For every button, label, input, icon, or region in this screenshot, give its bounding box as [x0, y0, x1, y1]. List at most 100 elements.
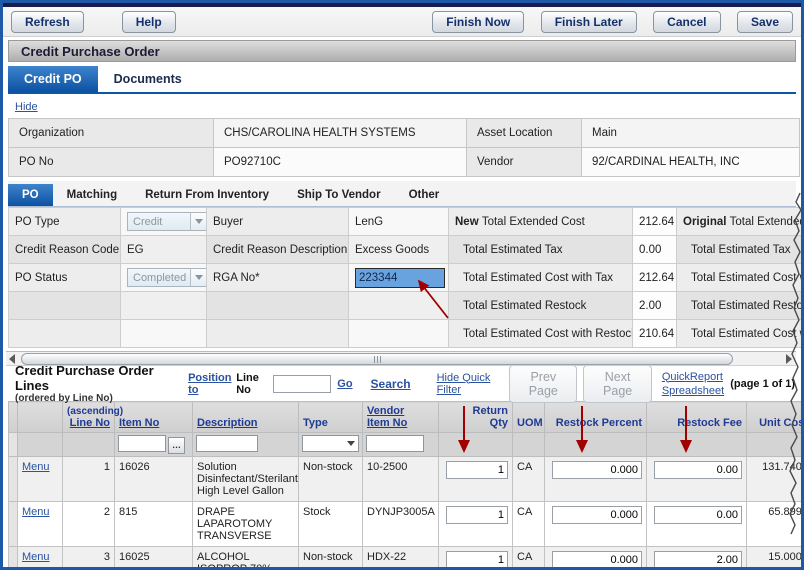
- lines-toolbar: Credit Purchase Order Lines (ordered by …: [3, 366, 801, 401]
- horizontal-scrollbar[interactable]: [6, 351, 796, 366]
- new-total-extended-cost-prefix: New: [455, 216, 482, 228]
- type-filter-select[interactable]: [302, 435, 359, 452]
- po-no-label: PO No: [9, 148, 214, 177]
- unit-cost-cell: 65.8992: [747, 501, 804, 546]
- unit-cost-cell: 15.0000: [747, 546, 804, 570]
- vendor-item-no-filter-input[interactable]: [366, 435, 424, 452]
- item-no-lookup-button[interactable]: …: [168, 437, 185, 454]
- buyer-value: LenG: [349, 208, 449, 236]
- original-total-extended-cost-label: Total Extended: [730, 216, 804, 228]
- new-total-extended-cost-value: 212.64: [633, 208, 677, 236]
- line-no-cell: 3: [63, 546, 115, 570]
- description-cell: Solution Disinfectant/Sterilant High Lev…: [193, 456, 299, 501]
- item-no-cell: 16025: [115, 546, 193, 570]
- save-button[interactable]: Save: [737, 11, 793, 33]
- restock-percent-input[interactable]: [552, 506, 642, 524]
- finish-now-button[interactable]: Finish Now: [432, 11, 524, 33]
- tab-credit-po[interactable]: Credit PO: [8, 66, 98, 92]
- rga-no-label: RGA No*: [207, 264, 349, 292]
- scroll-left-icon[interactable]: [9, 354, 15, 364]
- restock-fee-input[interactable]: [654, 506, 742, 524]
- total-estimated-tax-value: 0.00: [633, 236, 677, 264]
- chevron-down-icon: [190, 269, 206, 286]
- column-header-uom: UOM: [513, 402, 545, 433]
- tab-return-from-inventory[interactable]: Return From Inventory: [131, 184, 283, 206]
- chevron-down-icon: [190, 213, 206, 230]
- credit-reason-code-label: Credit Reason Code: [9, 236, 121, 264]
- column-header-line-no[interactable]: Line No: [70, 417, 110, 429]
- position-to-input[interactable]: [273, 375, 331, 393]
- menu-link[interactable]: Menu: [22, 551, 50, 563]
- page-title: Credit Purchase Order: [21, 44, 160, 59]
- go-link[interactable]: Go: [337, 378, 352, 390]
- credit-reason-description-value: Excess Goods: [349, 236, 449, 264]
- finish-later-button[interactable]: Finish Later: [541, 11, 637, 33]
- spreadsheet-link[interactable]: Spreadsheet: [662, 384, 724, 398]
- tab-po[interactable]: PO: [8, 184, 53, 206]
- return-qty-input[interactable]: [446, 506, 508, 524]
- line-no-cell: 1: [63, 456, 115, 501]
- total-estimated-restock-value: 2.00: [633, 292, 677, 320]
- total-estimated-cost-with-tax-label: Total Estimated Cost with Tax: [449, 264, 633, 292]
- position-to-link[interactable]: Position to: [188, 372, 233, 396]
- line-row-2: Menu 2 815 DRAPE LAPAROTOMY TRANSVERSE S…: [9, 501, 804, 546]
- asset-location-value: Main: [582, 119, 800, 148]
- report-links: QuickReport Spreadsheet: [662, 370, 724, 398]
- item-no-cell: 815: [115, 501, 193, 546]
- type-cell: Non-stock: [299, 546, 363, 570]
- menu-link[interactable]: Menu: [22, 461, 50, 473]
- column-header-description[interactable]: Description: [197, 417, 258, 429]
- original-total-estimated-restock-label: Total Estimated Restoc: [677, 292, 804, 320]
- tab-matching[interactable]: Matching: [53, 184, 131, 206]
- total-estimated-tax-label: Total Estimated Tax: [449, 236, 633, 264]
- next-page-button[interactable]: Next Page: [583, 365, 651, 403]
- original-total-extended-cost-prefix: Original: [683, 216, 730, 228]
- scrollbar-thumb[interactable]: [21, 353, 733, 365]
- tab-other[interactable]: Other: [395, 184, 454, 206]
- type-cell: Non-stock: [299, 456, 363, 501]
- page-title-bar: Credit Purchase Order: [8, 40, 796, 62]
- refresh-button[interactable]: Refresh: [11, 11, 84, 33]
- buyer-label: Buyer: [207, 208, 349, 236]
- menu-link[interactable]: Menu: [22, 506, 50, 518]
- return-qty-input[interactable]: [446, 461, 508, 479]
- column-header-vendor-item-no[interactable]: Vendor: [367, 405, 404, 417]
- search-link[interactable]: Search: [371, 377, 411, 391]
- restock-fee-input[interactable]: [654, 461, 742, 479]
- original-total-estimated-cost-with-tax-label: Total Estimated Cost w: [677, 264, 804, 292]
- return-qty-input[interactable]: [446, 551, 508, 569]
- cancel-button[interactable]: Cancel: [653, 11, 720, 33]
- prev-page-button[interactable]: Prev Page: [509, 365, 577, 403]
- position-to-line-no-label: Line No: [236, 372, 268, 396]
- column-header-return-qty: Return: [443, 405, 508, 417]
- scroll-right-icon[interactable]: [786, 354, 792, 364]
- help-button[interactable]: Help: [122, 11, 176, 33]
- vendor-item-no-cell: HDX-22: [363, 546, 439, 570]
- description-filter-input[interactable]: [196, 435, 258, 452]
- po-type-value: Credit: [133, 216, 162, 228]
- original-total-estimated-tax-label: Total Estimated Tax: [677, 236, 804, 264]
- rga-no-input[interactable]: [355, 268, 445, 288]
- restock-fee-input[interactable]: [654, 551, 742, 569]
- vendor-item-no-cell: 10-2500: [363, 456, 439, 501]
- restock-percent-input[interactable]: [552, 461, 642, 479]
- po-status-select[interactable]: Completed: [127, 268, 207, 287]
- item-no-filter-input[interactable]: [118, 435, 166, 452]
- main-toolbar: Refresh Help Finish Now Finish Later Can…: [3, 7, 801, 37]
- restock-percent-input[interactable]: [552, 551, 642, 569]
- hide-quick-filter-link[interactable]: Hide Quick Filter: [437, 372, 502, 396]
- tab-documents[interactable]: Documents: [98, 66, 198, 92]
- type-cell: Stock: [299, 501, 363, 546]
- organization-value: CHS/CAROLINA HEALTH SYSTEMS: [214, 119, 467, 148]
- po-type-select[interactable]: Credit: [127, 212, 207, 231]
- tab-ship-to-vendor[interactable]: Ship To Vendor: [283, 184, 394, 206]
- total-estimated-cost-with-restock-label: Total Estimated Cost with Restock: [449, 320, 633, 348]
- total-estimated-cost-with-restock-value: 210.64: [633, 320, 677, 348]
- unit-cost-cell: 131.7400: [747, 456, 804, 501]
- quickreport-link[interactable]: QuickReport: [662, 370, 724, 384]
- line-no-cell: 2: [63, 501, 115, 546]
- column-header-item-no[interactable]: Item No: [119, 417, 159, 429]
- toolbar-right-group: Finish Now Finish Later Cancel Save: [420, 11, 793, 33]
- po-lines-table: (ascending)Line No Item No Description T…: [8, 401, 804, 570]
- hide-link[interactable]: Hide: [15, 101, 38, 113]
